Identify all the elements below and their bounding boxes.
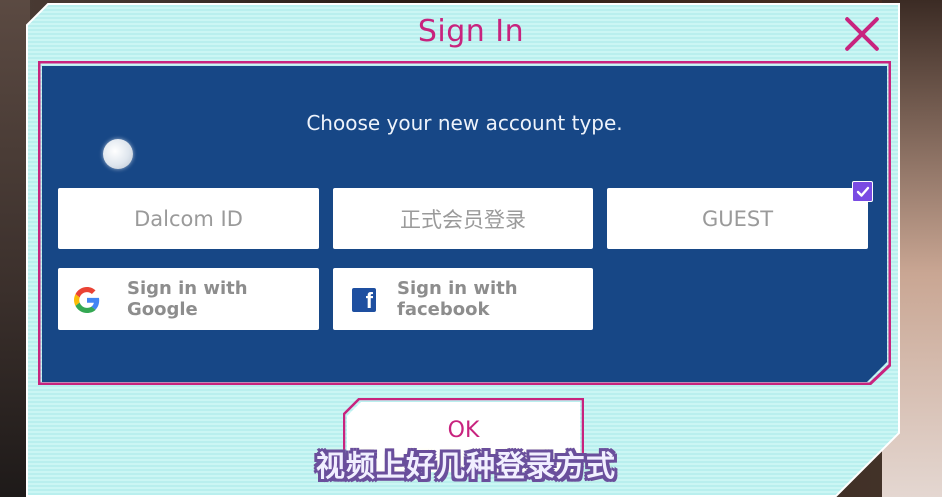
facebook-sign-in-button[interactable]: f Sign in with facebook [333,268,593,330]
official-member-login-button[interactable]: 正式会员登录 [333,188,593,249]
checkmark-icon [852,181,873,202]
dialog-title: Sign In [417,14,525,49]
video-caption: 视频上好几种登录方式 [315,449,616,483]
dalcom-id-label: Dalcom ID [134,206,243,231]
official-member-login-label: 正式会员登录 [400,207,526,232]
background-left-area [0,0,30,497]
touch-indicator [103,139,133,169]
guest-label: GUEST [701,206,774,231]
dalcom-id-button[interactable]: Dalcom ID [58,188,319,249]
google-icon [74,287,100,313]
google-sign-in-button[interactable]: Sign in with Google [58,268,319,330]
facebook-icon: f [352,288,376,312]
google-sign-in-label: Sign in with Google [127,278,248,320]
account-type-prompt: Choose your new account type. [306,111,623,135]
close-icon[interactable] [843,15,881,53]
guest-button[interactable]: GUEST [607,188,868,249]
facebook-sign-in-label: Sign in with facebook [397,278,518,320]
